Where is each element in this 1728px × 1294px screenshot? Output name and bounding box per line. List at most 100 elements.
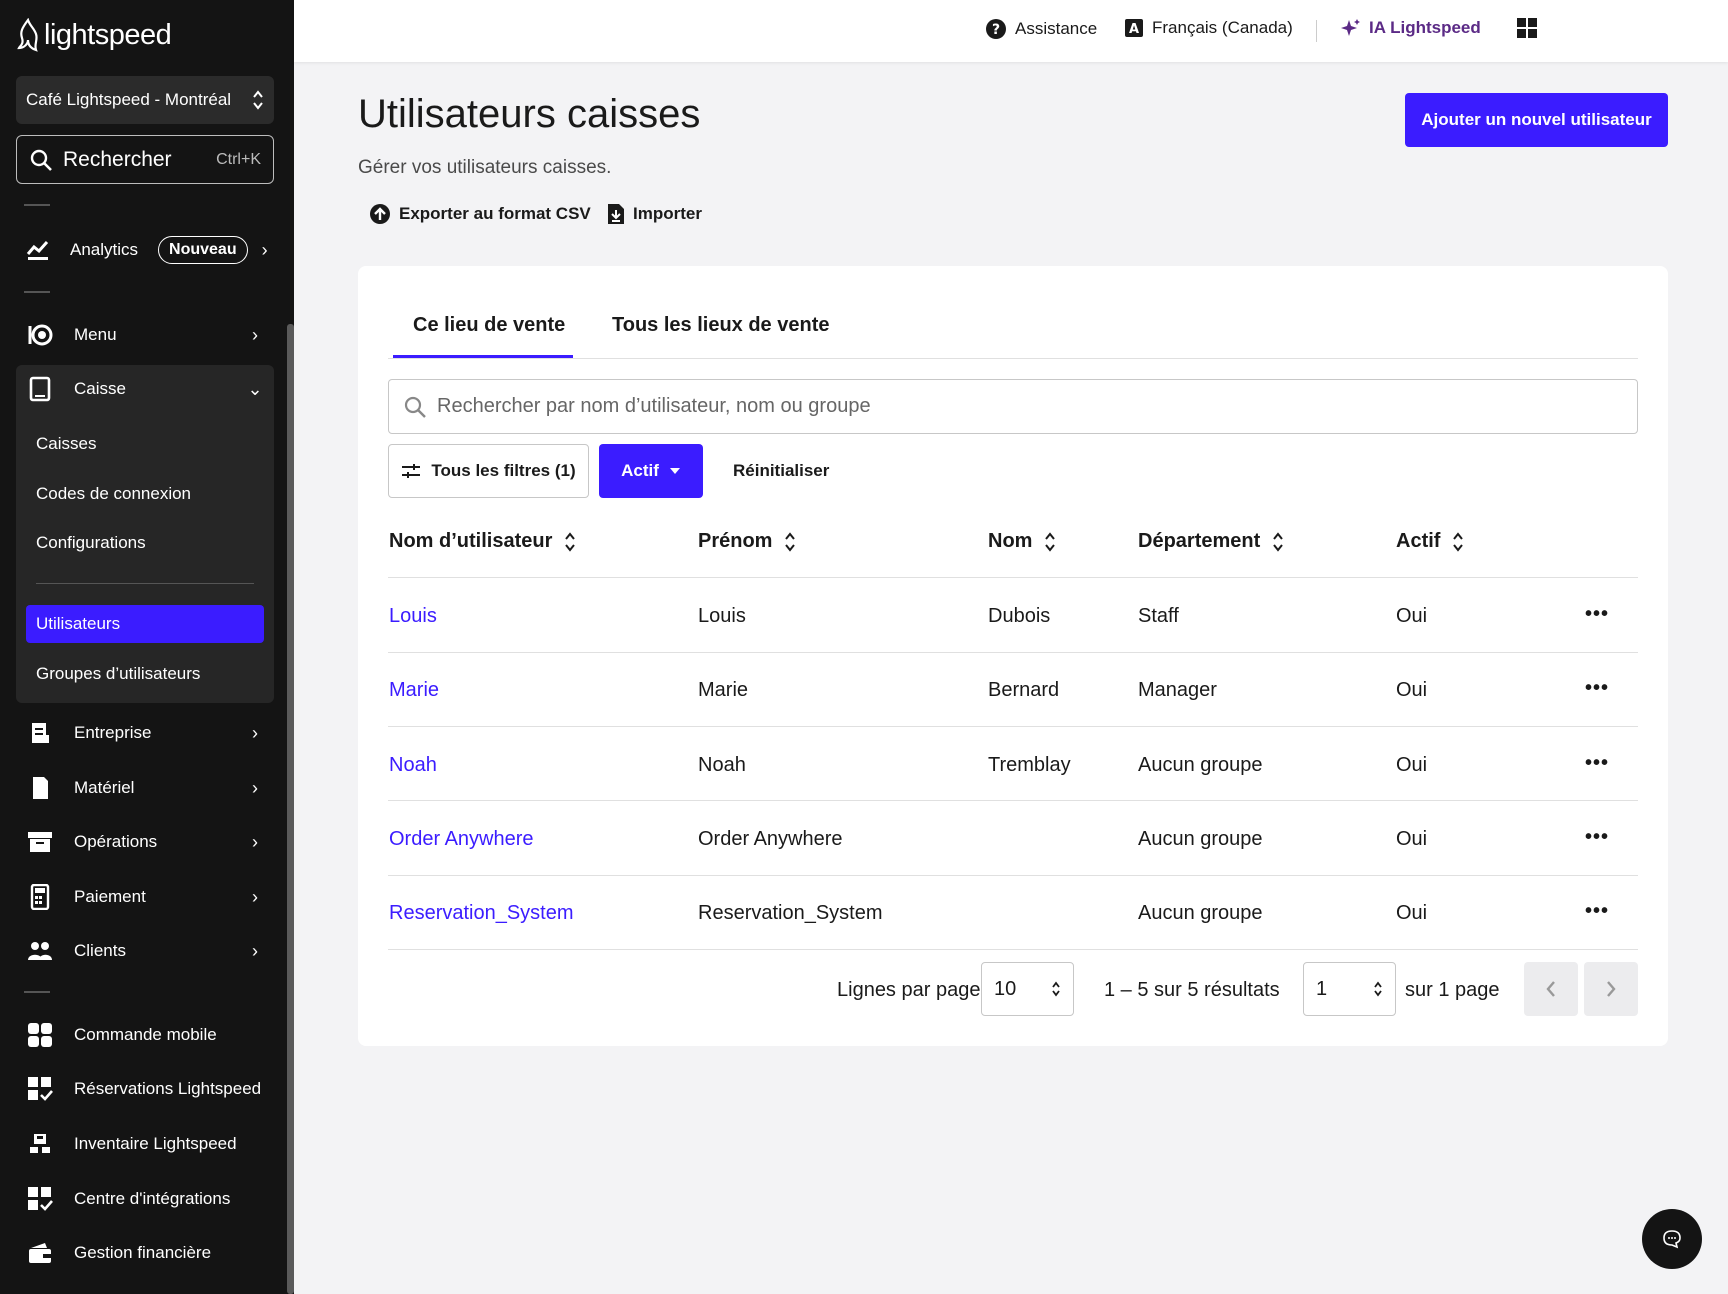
column-header-firstname[interactable]: Prénom [698, 530, 796, 553]
chevron-down-icon: ⌄ [247, 378, 263, 399]
sort-icon [565, 531, 576, 552]
chat-icon [1663, 1230, 1681, 1249]
wallet-icon [26, 1239, 54, 1267]
sidebar-subitem-configurations[interactable]: Configurations [36, 533, 146, 553]
row-divider [388, 949, 1638, 950]
sidebar-item-reservations[interactable]: Réservations Lightspeed [26, 1067, 274, 1111]
username-link[interactable]: Noah [389, 754, 437, 777]
download-file-icon [608, 204, 624, 224]
user-search[interactable] [388, 379, 1638, 434]
grid-icon [1517, 18, 1537, 38]
mobile-order-icon [26, 1021, 54, 1049]
chevron-right-icon [1607, 981, 1616, 997]
username-link[interactable]: Marie [389, 679, 439, 702]
sort-icon [1273, 531, 1284, 552]
app-grid-check-icon [26, 1075, 54, 1103]
sidebar-subitem-codes[interactable]: Codes de connexion [36, 484, 191, 504]
chevron-up-down-icon [1374, 981, 1382, 997]
sidebar-item-operations[interactable]: Opérations › [26, 820, 274, 864]
upload-icon [370, 204, 390, 224]
tab-all-locations[interactable]: Tous les lieux de vente [612, 314, 829, 337]
sidebar-item-commande-mobile[interactable]: Commande mobile [26, 1013, 274, 1057]
page-select[interactable]: 1 [1303, 962, 1396, 1016]
rows-per-page-select[interactable]: 10 [981, 962, 1074, 1016]
ai-label: IA Lightspeed [1369, 18, 1481, 37]
sidebar-item-label: Analytics [70, 240, 139, 259]
inventory-icon [26, 1130, 54, 1158]
sort-icon [1453, 531, 1464, 552]
app-switcher-button[interactable] [1517, 18, 1537, 38]
firstname-cell: Noah [698, 754, 746, 776]
sidebar-search[interactable]: Rechercher Ctrl+K [16, 135, 274, 184]
search-icon [30, 149, 52, 171]
column-header-lastname[interactable]: Nom [988, 530, 1056, 553]
more-actions-icon[interactable]: ••• [1585, 752, 1609, 775]
sidebar-subitem-groupes[interactable]: Groupes d’utilisateurs [36, 664, 200, 684]
active-cell: Oui [1396, 828, 1428, 850]
flame-icon [17, 18, 38, 52]
page-total: sur 1 page [1405, 979, 1500, 1001]
page-subtitle: Gérer vos utilisateurs caisses. [358, 157, 612, 178]
sliders-icon [402, 464, 421, 478]
import-button[interactable]: Importer [607, 203, 702, 225]
sidebar-item-label: Centre d'intégrations [74, 1189, 231, 1208]
username-link[interactable]: Order Anywhere [389, 828, 534, 851]
dish-icon [26, 321, 54, 349]
sidebar-item-materiel[interactable]: Matériel › [26, 766, 274, 810]
search-input[interactable] [437, 395, 1623, 418]
lastname-cell: Tremblay [988, 754, 1071, 776]
sidebar-item-inventaire[interactable]: Inventaire Lightspeed [26, 1122, 274, 1166]
next-page-button[interactable] [1584, 962, 1638, 1016]
department-cell: Aucun groupe [1138, 754, 1263, 776]
sidebar-item-caisse[interactable]: Caisse ⌄ [26, 367, 274, 411]
reset-filters-button[interactable]: Réinitialiser [733, 461, 829, 481]
more-actions-icon[interactable]: ••• [1585, 677, 1609, 700]
sidebar-item-label: Caisse [74, 379, 126, 398]
row-divider [388, 726, 1638, 727]
export-label: Exporter au format CSV [399, 204, 591, 223]
all-filters-button[interactable]: Tous les filtres (1) [388, 444, 589, 498]
chevron-right-icon: › [252, 777, 258, 798]
sidebar-subitem-caisses[interactable]: Caisses [36, 434, 96, 454]
sidebar-item-clients[interactable]: Clients › [26, 929, 274, 973]
sidebar-item-analytics[interactable]: Analytics Nouveau › [26, 228, 274, 272]
rows-per-page-label: Lignes par page [837, 979, 981, 1001]
lightspeed-logo[interactable]: lightspeed [16, 18, 172, 52]
tablet-icon [26, 375, 54, 403]
column-header-department[interactable]: Département [1138, 530, 1284, 553]
sidebar-item-paiement[interactable]: Paiement › [26, 875, 274, 919]
username-link[interactable]: Reservation_System [389, 902, 574, 925]
active-filter-dropdown[interactable]: Actif [599, 444, 703, 498]
import-label: Importer [633, 204, 702, 223]
ai-assistant-link[interactable]: IA Lightspeed [1341, 18, 1481, 38]
sidebar: lightspeed Café Lightspeed - Montréal Re… [0, 0, 294, 1294]
tab-current-location[interactable]: Ce lieu de vente [413, 314, 565, 337]
more-actions-icon[interactable]: ••• [1585, 603, 1609, 626]
previous-page-button[interactable] [1524, 962, 1578, 1016]
sidebar-item-label: Réservations Lightspeed [74, 1079, 262, 1098]
language-label: Français (Canada) [1152, 18, 1293, 37]
sidebar-item-integrations[interactable]: Centre d'intégrations [26, 1177, 274, 1221]
username-link[interactable]: Louis [389, 605, 437, 628]
more-actions-icon[interactable]: ••• [1585, 900, 1609, 923]
sidebar-item-label: Gestion financière [74, 1243, 212, 1262]
language-icon: A [1125, 19, 1143, 37]
export-csv-button[interactable]: Exporter au format CSV [369, 203, 591, 225]
store-selector[interactable]: Café Lightspeed - Montréal [16, 76, 274, 124]
chevron-right-icon: › [252, 831, 258, 852]
sidebar-item-menu[interactable]: Menu › [26, 313, 274, 357]
column-header-username[interactable]: Nom d’utilisateur [389, 530, 576, 553]
sidebar-scrollbar[interactable] [287, 324, 294, 1294]
add-user-button[interactable]: Ajouter un nouvel utilisateur [1405, 93, 1668, 147]
sidebar-subitem-utilisateurs[interactable]: Utilisateurs [36, 614, 120, 634]
chevron-right-icon: › [252, 940, 258, 961]
more-actions-icon[interactable]: ••• [1585, 826, 1609, 849]
sidebar-item-finance[interactable]: Gestion financière [26, 1231, 274, 1275]
sidebar-item-label: Opérations [74, 832, 158, 851]
sidebar-item-entreprise[interactable]: Entreprise › [26, 711, 274, 755]
chat-button[interactable] [1642, 1209, 1702, 1269]
language-selector[interactable]: A Français (Canada) [1124, 18, 1293, 38]
assistance-link[interactable]: ? Assistance [985, 18, 1097, 40]
column-header-active[interactable]: Actif [1396, 530, 1464, 553]
firstname-cell: Marie [698, 679, 749, 701]
